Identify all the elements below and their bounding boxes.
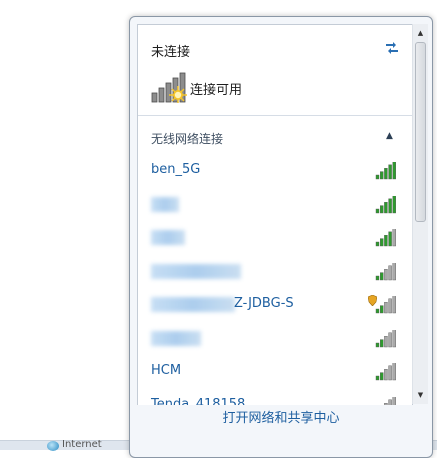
redacted-network-name <box>151 297 235 312</box>
refresh-icon[interactable] <box>383 40 401 56</box>
signal-strength-icon <box>375 296 396 314</box>
network-item[interactable]: Tenda_418158 <box>138 390 412 406</box>
network-item[interactable] <box>138 323 412 356</box>
status-title: 未连接 <box>151 45 191 60</box>
network-item[interactable] <box>138 222 412 255</box>
redacted-network-name <box>151 230 185 245</box>
wireless-section-header[interactable]: 无线网络连接 ▲ <box>138 116 412 152</box>
network-item[interactable]: HCM <box>138 356 412 389</box>
network-name: HCM <box>151 363 182 378</box>
signal-strength-icon <box>375 329 396 347</box>
network-item[interactable]: Z-JDBG-S <box>138 289 412 322</box>
redacted-network-name <box>151 263 241 279</box>
signal-strength-icon <box>375 162 396 180</box>
network-item[interactable] <box>138 189 412 222</box>
network-name: Z-JDBG-S <box>234 296 294 311</box>
internet-explorer-icon[interactable] <box>47 441 59 451</box>
scroll-up-icon[interactable]: ▲ <box>413 26 428 40</box>
network-flyout: 未连接 连接可用 无线网络连接 ▲ ben_5G Z-JDBG-S HCM Tenda… <box>129 16 433 458</box>
scroll-thumb[interactable] <box>415 42 426 222</box>
network-panel: 未连接 连接可用 无线网络连接 ▲ ben_5G Z-JDBG-S HCM Tenda… <box>137 24 413 405</box>
connection-available-label: 连接可用 <box>190 83 243 98</box>
section-title: 无线网络连接 <box>151 132 224 146</box>
scroll-down-icon[interactable]: ▼ <box>413 388 428 402</box>
connection-available-icon <box>151 72 187 103</box>
network-name: Tenda_418158 <box>151 396 246 406</box>
signal-strength-icon <box>375 229 396 247</box>
redacted-network-name <box>151 196 179 212</box>
signal-strength-icon <box>375 195 396 213</box>
network-item[interactable]: ben_5G <box>138 155 412 188</box>
chevron-up-icon[interactable]: ▲ <box>386 131 393 141</box>
signal-strength-icon <box>375 262 396 280</box>
signal-strength-icon <box>375 363 396 381</box>
network-name: ben_5G <box>151 162 201 177</box>
open-network-center-link[interactable]: 打开网络和共享中心 <box>130 407 432 426</box>
redacted-network-name <box>151 330 201 346</box>
network-item[interactable] <box>138 256 412 289</box>
signal-strength-icon <box>384 396 396 405</box>
scrollbar[interactable]: ▲ ▼ <box>412 24 428 404</box>
